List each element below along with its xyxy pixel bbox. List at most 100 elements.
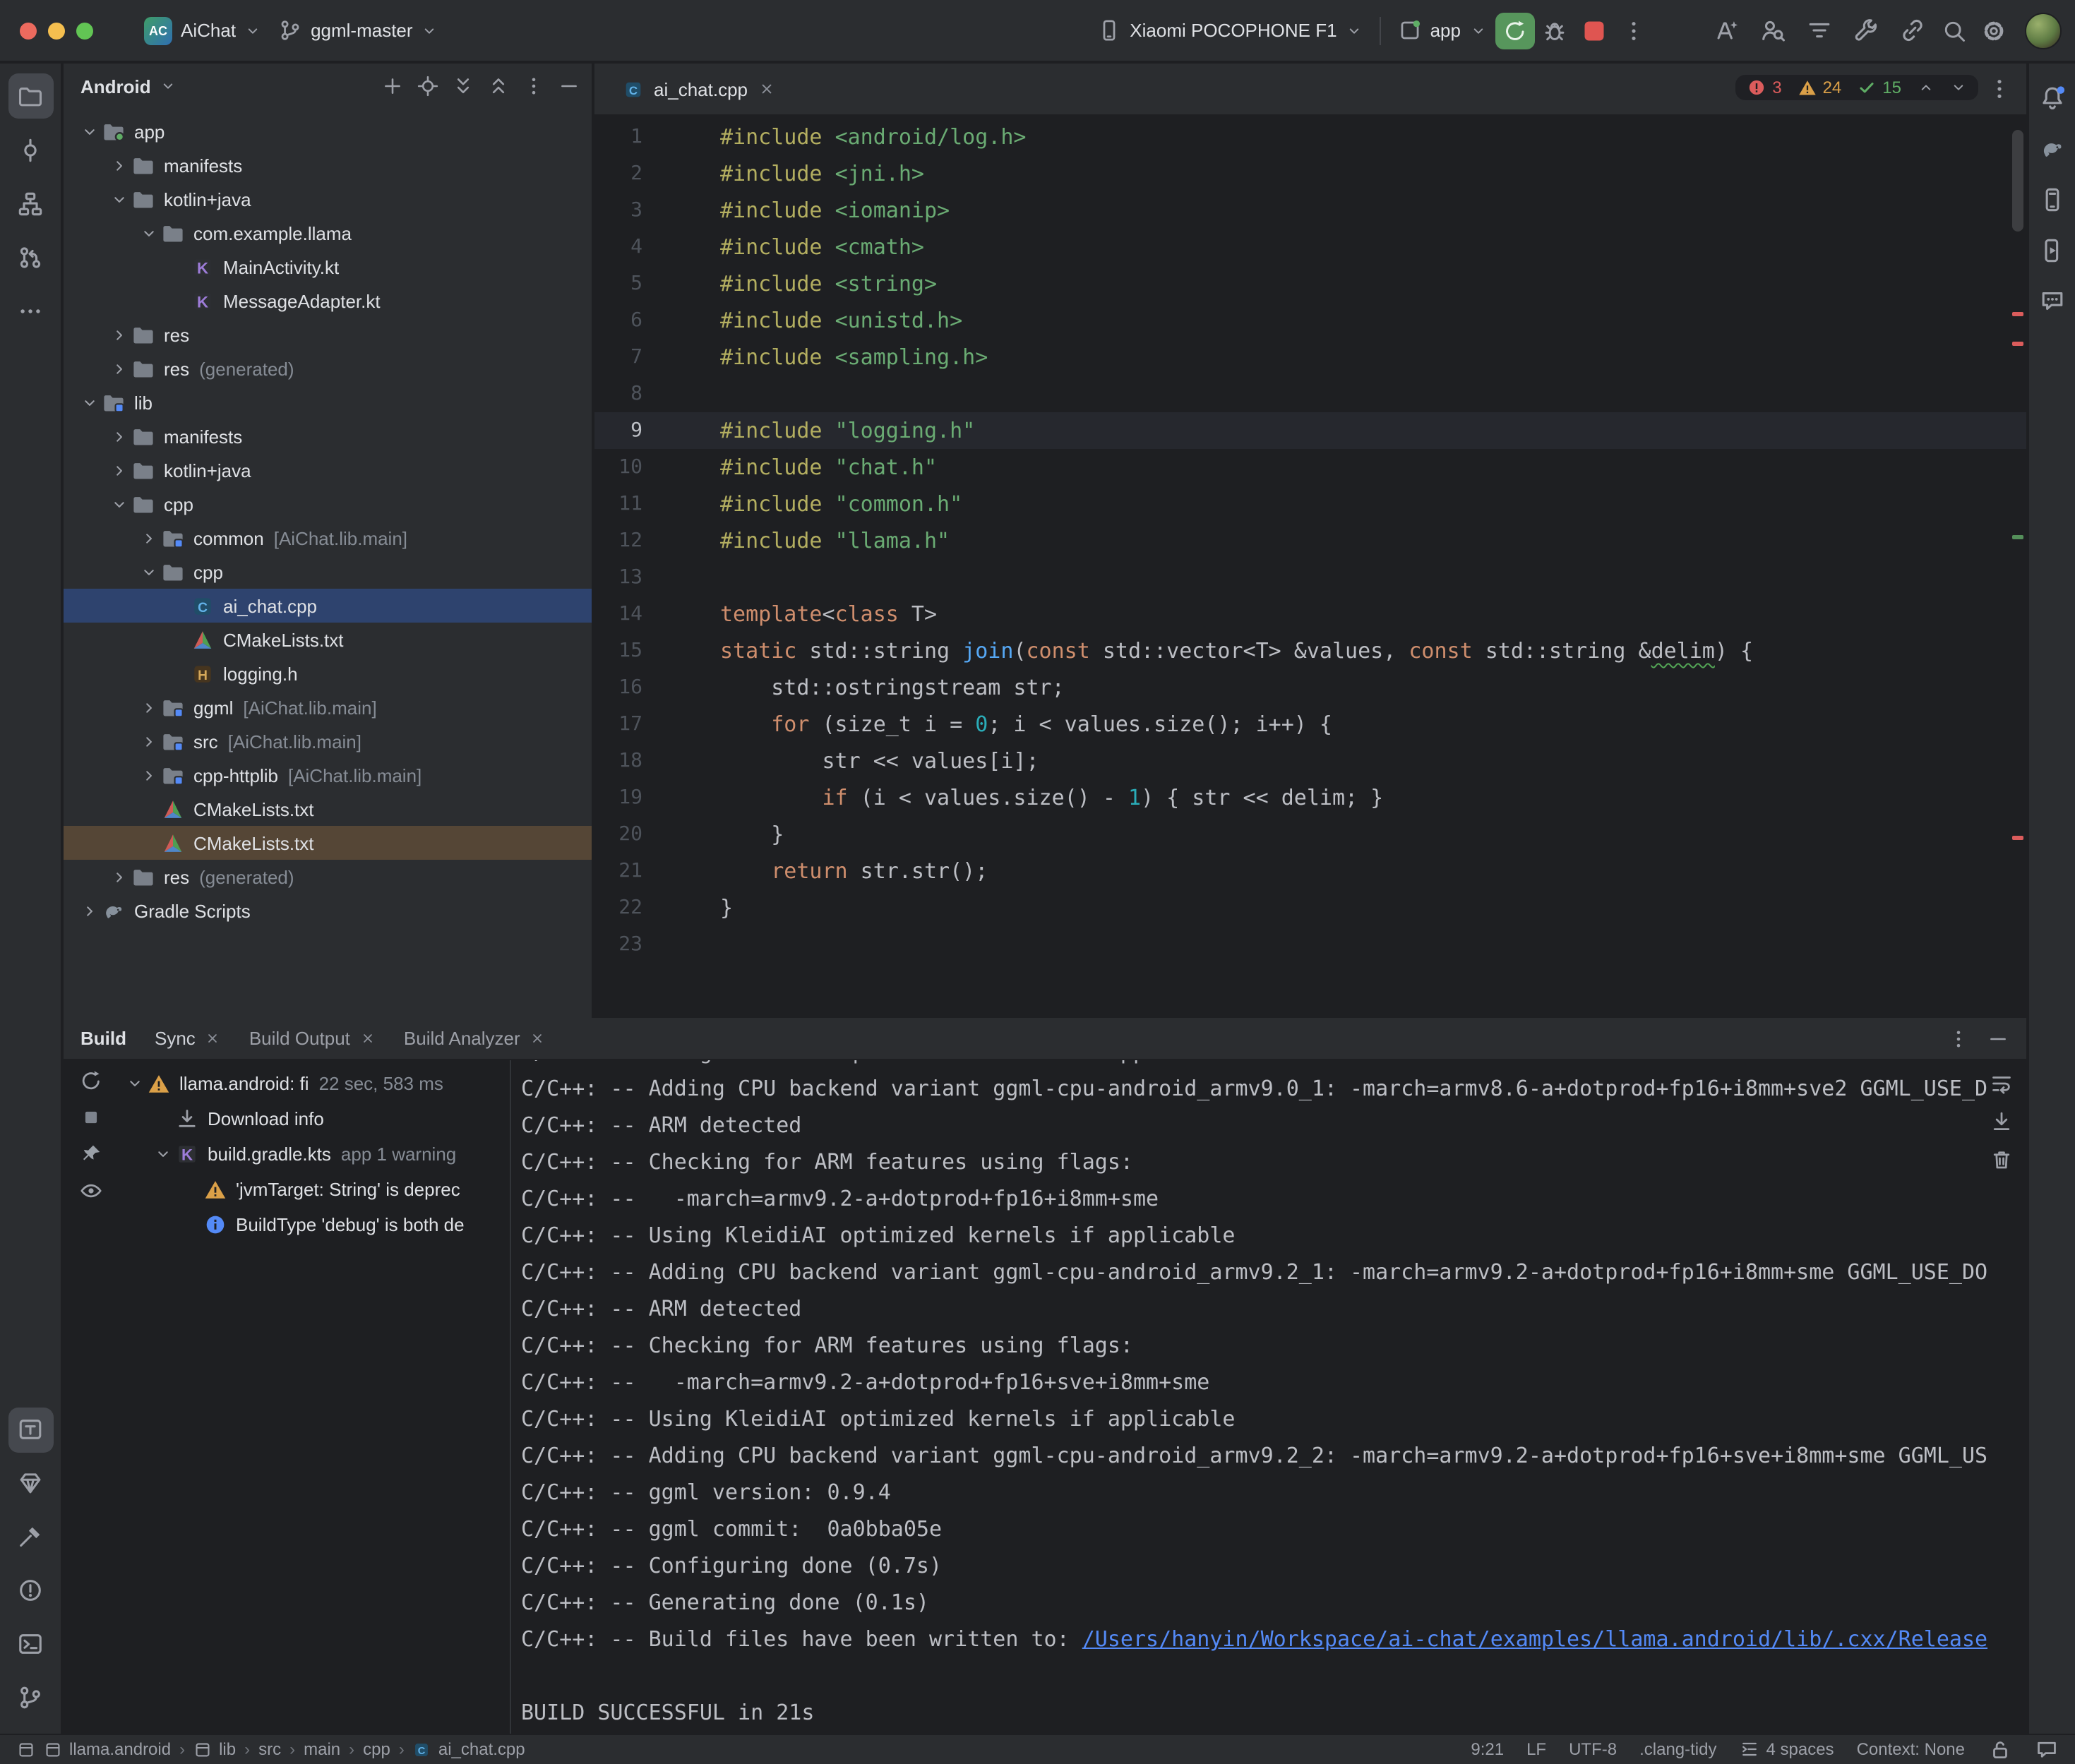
line-number[interactable]: 11 xyxy=(594,486,642,522)
structure-tool-button[interactable] xyxy=(8,181,53,226)
project-tree-row[interactable]: res(generated) xyxy=(64,860,592,894)
project-tree-row[interactable]: Gradle Scripts xyxy=(64,894,592,928)
line-ending-widget[interactable]: LF xyxy=(1526,1740,1546,1760)
clang-tidy-widget[interactable]: .clang-tidy xyxy=(1639,1740,1716,1760)
close-tab-icon[interactable] xyxy=(205,1031,221,1046)
breadcrumb-item[interactable]: cpp xyxy=(363,1740,390,1760)
terminal-tool-button[interactable] xyxy=(8,1621,53,1667)
hide-icon[interactable] xyxy=(558,75,580,97)
scrollbar-thumb[interactable] xyxy=(2011,130,2023,232)
chevron-down-icon[interactable] xyxy=(160,78,177,95)
chevron-right-icon[interactable] xyxy=(137,526,161,550)
collapse-all-icon[interactable] xyxy=(487,75,510,97)
project-tree-row[interactable]: lib xyxy=(64,385,592,419)
build-tree-row[interactable]: Kbuild.gradle.ktsapp 1 warning xyxy=(117,1136,510,1172)
line-number[interactable]: 10 xyxy=(594,449,642,486)
line-number[interactable]: 2 xyxy=(594,155,642,192)
chevron-right-icon[interactable] xyxy=(137,763,161,787)
project-view-mode[interactable]: Android xyxy=(80,76,151,97)
prev-problem-icon[interactable] xyxy=(1917,79,1934,96)
pull-requests-tool-button[interactable] xyxy=(8,234,53,280)
settings-button[interactable] xyxy=(1973,12,2013,49)
encoding-widget[interactable]: UTF-8 xyxy=(1569,1740,1617,1760)
chevron-right-icon[interactable] xyxy=(137,729,161,753)
more-run-actions-button[interactable] xyxy=(1613,12,1653,49)
minimize-button[interactable] xyxy=(48,22,65,39)
chevron-down-icon[interactable] xyxy=(151,1142,175,1166)
add-icon[interactable] xyxy=(381,75,404,97)
line-number[interactable]: 13 xyxy=(594,559,642,596)
project-tree-row[interactable]: CMakeLists.txt xyxy=(64,623,592,656)
expand-all-icon[interactable] xyxy=(452,75,474,97)
project-tree-row[interactable]: src[AiChat.lib.main] xyxy=(64,724,592,758)
stop-gray-icon[interactable] xyxy=(78,1105,102,1129)
breadcrumb-item[interactable]: lib xyxy=(193,1740,236,1760)
warning-count[interactable]: 24 xyxy=(1798,78,1842,97)
chevron-down-icon[interactable] xyxy=(123,1072,147,1096)
line-number[interactable]: 17 xyxy=(594,706,642,743)
tab-sync[interactable]: Sync xyxy=(155,1028,221,1049)
project-tree-row[interactable]: cpp xyxy=(64,487,592,521)
project-tree-row[interactable]: manifests xyxy=(64,148,592,182)
gradle-tool-button[interactable] xyxy=(2032,128,2071,168)
context-widget[interactable]: Context: None xyxy=(1857,1740,1965,1760)
chevron-right-icon[interactable] xyxy=(107,865,131,889)
project-tree-row[interactable]: cpp xyxy=(64,555,592,589)
project-tree-row[interactable]: KMainActivity.kt xyxy=(64,250,592,284)
notifications-bell-tool-button[interactable] xyxy=(2032,78,2071,117)
project-tree-row[interactable]: app xyxy=(64,114,592,148)
project-tree-row[interactable]: CMakeLists.txt xyxy=(64,792,592,826)
indent-widget[interactable]: 4 spaces xyxy=(1740,1740,1834,1760)
build-hammer-tool-button[interactable] xyxy=(8,1514,53,1559)
filter-lines-icon[interactable] xyxy=(1805,17,1832,44)
assistant-tool-button[interactable] xyxy=(2032,281,2071,320)
chevron-right-icon[interactable] xyxy=(107,323,131,347)
more-horizontal-tool-button[interactable] xyxy=(8,288,53,333)
project-tree-row[interactable]: ggml[AiChat.lib.main] xyxy=(64,690,592,724)
project-tree-row[interactable]: Hlogging.h xyxy=(64,656,592,690)
chevron-right-icon[interactable] xyxy=(78,899,102,923)
line-number[interactable]: 15 xyxy=(594,632,642,669)
device-manager-tool-button[interactable] xyxy=(2032,179,2071,219)
hide-panel-icon[interactable] xyxy=(1986,1027,2009,1050)
line-number[interactable]: 18 xyxy=(594,743,642,779)
project-tree-row[interactable]: kotlin+java xyxy=(64,453,592,487)
chevron-right-icon[interactable] xyxy=(107,458,131,482)
line-number[interactable]: 12 xyxy=(594,522,642,559)
lock-icon[interactable] xyxy=(1987,1738,2011,1762)
project-tree-row[interactable]: cpp-httplib[AiChat.lib.main] xyxy=(64,758,592,792)
chevron-down-icon[interactable] xyxy=(107,492,131,516)
problems-tool-button[interactable] xyxy=(8,1568,53,1613)
project-tree-row[interactable]: CMakeLists.txt xyxy=(64,826,592,860)
chevron-down-icon[interactable] xyxy=(78,390,102,414)
close-tab-icon[interactable] xyxy=(530,1031,546,1046)
stop-button[interactable] xyxy=(1574,12,1613,49)
line-number[interactable]: 6 xyxy=(594,302,642,339)
build-options-icon[interactable] xyxy=(1947,1027,1969,1050)
run-button[interactable] xyxy=(1495,12,1534,49)
chevron-down-icon[interactable] xyxy=(137,560,161,584)
close-button[interactable] xyxy=(20,22,37,39)
chevron-down-icon[interactable] xyxy=(107,187,131,211)
line-number[interactable]: 23 xyxy=(594,926,642,963)
line-number[interactable]: 5 xyxy=(594,265,642,302)
project-tree-row[interactable]: kotlin+java xyxy=(64,182,592,216)
chevron-right-icon[interactable] xyxy=(137,695,161,719)
chevron-right-icon[interactable] xyxy=(107,424,131,448)
pin-icon[interactable] xyxy=(78,1142,102,1166)
line-number[interactable]: 20 xyxy=(594,816,642,853)
locate-icon[interactable] xyxy=(417,75,439,97)
debug-button[interactable] xyxy=(1534,12,1574,49)
ai-actions-icon[interactable] xyxy=(1712,17,1739,44)
run-config-selector[interactable]: app xyxy=(1389,13,1495,48)
project-tool-button[interactable] xyxy=(8,73,53,119)
caret-position-widget[interactable]: 9:21 xyxy=(1471,1740,1504,1760)
project-tree-row[interactable]: KMessageAdapter.kt xyxy=(64,284,592,318)
rerun-icon[interactable] xyxy=(78,1069,102,1093)
line-number[interactable]: 16 xyxy=(594,669,642,706)
project-tree-row[interactable]: res xyxy=(64,318,592,352)
line-number[interactable]: 21 xyxy=(594,853,642,889)
vcs-branch-button[interactable]: ggml-master xyxy=(270,13,447,48)
line-number[interactable]: 14 xyxy=(594,596,642,632)
more-vertical-icon[interactable] xyxy=(522,75,545,97)
